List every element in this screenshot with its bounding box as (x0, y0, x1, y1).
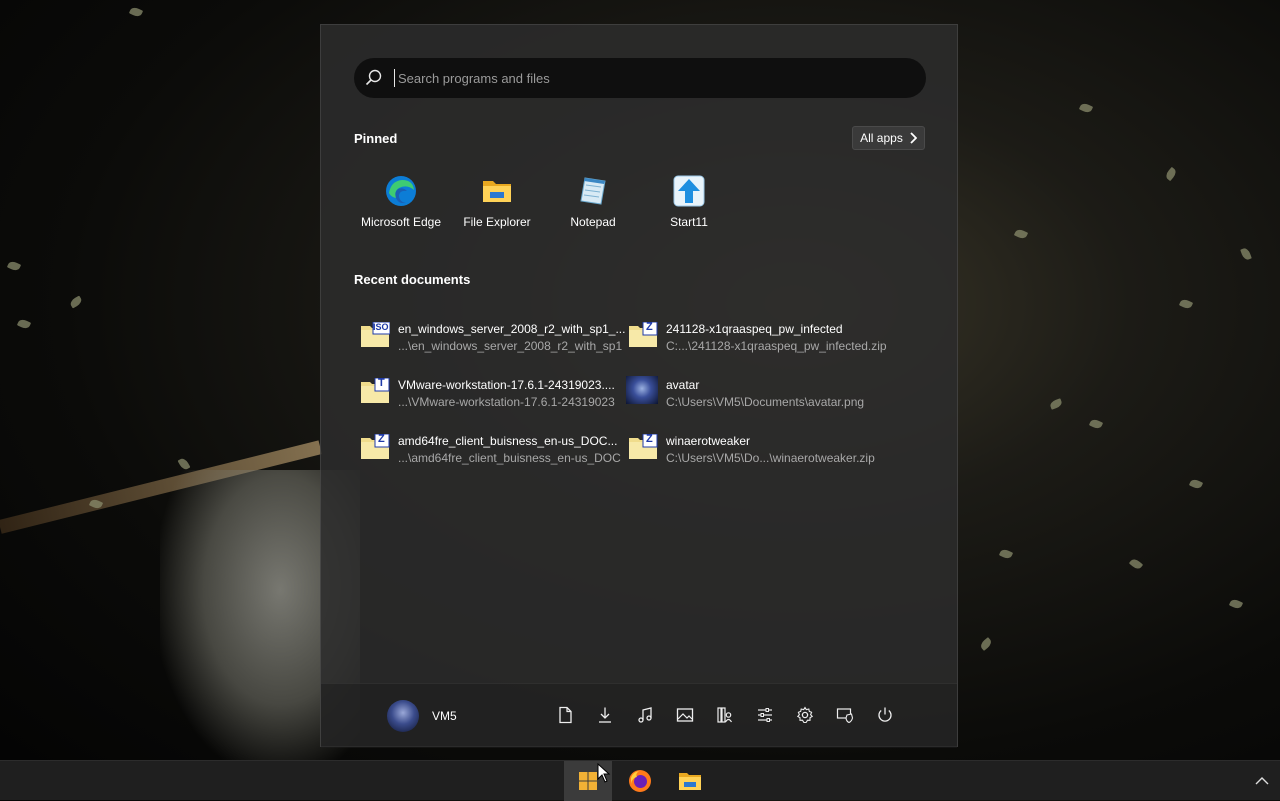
start-menu-footer: VM5 (321, 683, 957, 748)
chevron-up-icon[interactable] (1252, 771, 1272, 791)
user-name: VM5 (432, 709, 457, 723)
all-apps-label: All apps (860, 131, 903, 145)
pinned-app-label: Start11 (670, 215, 708, 229)
all-apps-button[interactable]: All apps (852, 126, 925, 150)
downloads-icon[interactable] (596, 706, 614, 724)
documents-icon[interactable] (556, 706, 574, 724)
user-account-button[interactable]: VM5 (377, 692, 487, 740)
pinned-section-title: Pinned (354, 131, 398, 146)
shield-icon[interactable] (836, 706, 854, 724)
folder-zip-icon (629, 322, 658, 347)
file-badge: ISO (373, 322, 389, 332)
search-box[interactable] (354, 58, 926, 98)
avatar (387, 700, 419, 732)
music-icon[interactable] (636, 706, 654, 724)
document-path: ...\amd64fre_client_buisness_en-us_DOC (398, 451, 621, 465)
windows-logo-icon (579, 772, 597, 790)
start11-icon (673, 175, 705, 207)
pinned-app-file-explorer[interactable]: File Explorer (449, 175, 545, 241)
document-name: amd64fre_client_buisness_en-us_DOC... (398, 434, 618, 448)
document-name: avatar (666, 378, 700, 392)
search-input[interactable] (394, 58, 914, 98)
pinned-app-notepad[interactable]: Notepad (545, 175, 641, 241)
file-badge: Z (646, 321, 653, 333)
pinned-app-label: Notepad (570, 215, 616, 229)
taskbar-firefox[interactable] (616, 761, 664, 801)
recent-document-item[interactable]: T VMware-workstation-17.6.1-24319023....… (354, 374, 615, 418)
mouse-cursor-icon (597, 763, 611, 783)
document-name: VMware-workstation-17.6.1-24319023.... (398, 378, 615, 392)
file-badge: Z (646, 433, 653, 445)
power-icon[interactable] (876, 706, 894, 724)
taskbar-file-explorer[interactable] (666, 761, 714, 801)
document-name: winaerotweaker (666, 434, 751, 448)
pinned-app-start11[interactable]: Start11 (641, 175, 737, 241)
image-thumbnail-icon (626, 376, 658, 404)
folder-icon (483, 181, 511, 202)
document-path: C:...\241128-x1qraaspeq_pw_infected.zip (666, 339, 887, 353)
document-path: C:\Users\VM5\Documents\avatar.png (666, 395, 865, 409)
recent-document-item[interactable]: ISO en_windows_server_2008_r2_with_sp1_.… (354, 318, 625, 362)
recent-document-item[interactable]: Z 241128-x1qraaspeq_pw_infected C:...\24… (622, 318, 887, 362)
taskbar (0, 760, 1280, 801)
folder-zip-icon (361, 434, 390, 459)
pinned-app-label: File Explorer (463, 215, 531, 229)
gear-icon[interactable] (796, 706, 814, 724)
settings-sliders-icon[interactable] (756, 706, 774, 724)
document-path: ...\en_windows_server_2008_r2_with_sp1 (398, 339, 623, 353)
pictures-icon[interactable] (676, 706, 694, 724)
document-path: C:\Users\VM5\Do...\winaerotweaker.zip (666, 451, 875, 465)
notepad-icon (580, 177, 606, 205)
chevron-right-icon (910, 132, 917, 144)
document-name: en_windows_server_2008_r2_with_sp1_... (398, 322, 626, 336)
folder-text-icon (361, 378, 390, 403)
recent-document-item[interactable]: avatar C:\Users\VM5\Documents\avatar.png (622, 374, 877, 418)
document-path: ...\VMware-workstation-17.6.1-24319023 (398, 395, 615, 409)
library-icon[interactable] (716, 706, 734, 724)
document-name: 241128-x1qraaspeq_pw_infected (666, 322, 843, 336)
file-badge: Z (378, 433, 385, 445)
file-badge: T (378, 377, 385, 389)
search-icon (365, 69, 382, 86)
pinned-app-label: Microsoft Edge (360, 215, 442, 229)
pinned-app-microsoft-edge[interactable]: Microsoft Edge (353, 175, 449, 241)
recent-documents-title: Recent documents (354, 272, 471, 287)
folder-zip-icon (629, 434, 658, 459)
folder-icon (679, 773, 701, 790)
firefox-icon (629, 770, 651, 792)
recent-document-item[interactable]: Z winaerotweaker C:\Users\VM5\Do...\wina… (622, 430, 877, 474)
start-menu: Pinned All apps Microsoft Edge File Expl… (320, 24, 958, 748)
recent-document-item[interactable]: Z amd64fre_client_buisness_en-us_DOC... … (354, 430, 621, 474)
edge-icon (386, 176, 416, 206)
